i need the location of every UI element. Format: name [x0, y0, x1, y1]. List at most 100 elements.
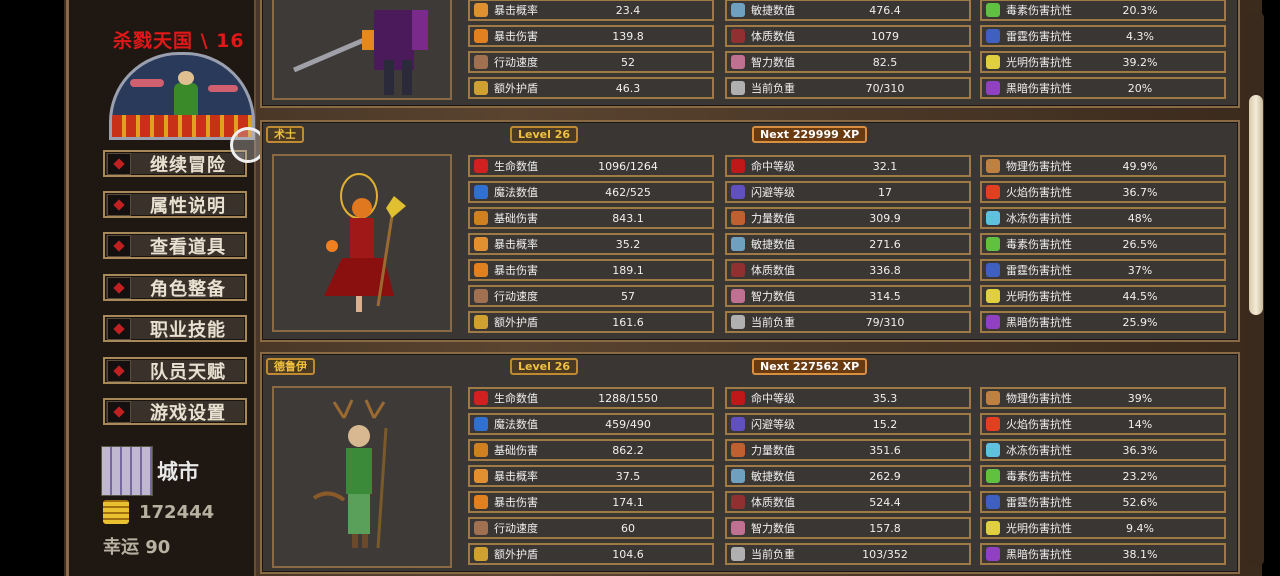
stat-icon	[474, 185, 488, 199]
menu-icon	[107, 152, 131, 175]
stat-cell: 物理伤害抗性 49.9%	[980, 155, 1226, 177]
stat-label: 毒素伤害抗性	[1006, 238, 1072, 251]
stat-value: 46.3	[615, 81, 641, 95]
menu-label: 继续冒险	[150, 154, 226, 176]
stat-icon	[474, 289, 488, 303]
cloud-decoration	[208, 85, 238, 92]
stat-value: 35.3	[872, 391, 898, 405]
stat-cell: 基础伤害 843.1	[468, 207, 714, 229]
stat-value: 52	[621, 55, 635, 69]
stat-icon	[731, 391, 745, 405]
stat-value: 17	[878, 185, 892, 199]
stat-label: 额外护盾	[494, 316, 538, 329]
stat-cell: 冰冻伤害抗性 48%	[980, 207, 1226, 229]
stat-cell: 黑暗伤害抗性 20%	[980, 77, 1226, 99]
stat-label: 闪避等级	[751, 186, 795, 199]
game-settings-button[interactable]: 游戏设置	[103, 398, 247, 425]
stat-cell: 额外护盾 46.3	[468, 77, 714, 99]
stat-value: 157.8	[869, 521, 901, 535]
stat-icon	[986, 3, 1000, 17]
stat-cell: 毒素伤害抗性 20.3%	[980, 0, 1226, 21]
stat-icon	[474, 469, 488, 483]
stat-icon	[474, 417, 488, 431]
city-icon	[101, 446, 153, 496]
stat-value: 44.5%	[1122, 289, 1158, 303]
stat-icon	[731, 237, 745, 251]
menu-label: 职业技能	[150, 319, 226, 341]
stat-cell: 生命数值 1096/1264	[468, 155, 714, 177]
stat-label: 物理伤害抗性	[1006, 392, 1072, 405]
stat-icon	[731, 289, 745, 303]
stat-cell: 体质数值 1079	[725, 25, 971, 47]
stat-cell: 敏捷数值 271.6	[725, 233, 971, 255]
stat-icon	[986, 391, 1000, 405]
character-portrait	[272, 154, 452, 332]
stat-label: 行动速度	[494, 290, 538, 303]
stat-icon	[474, 3, 488, 17]
stat-value: 139.8	[612, 29, 644, 43]
stat-icon	[731, 159, 745, 173]
stat-cell: 暴击伤害 189.1	[468, 259, 714, 281]
stat-label: 暴击概率	[494, 470, 538, 483]
stat-label: 额外护盾	[494, 548, 538, 561]
attribute-info-button[interactable]: 属性说明	[103, 191, 247, 218]
stat-cell: 力量数值 351.6	[725, 439, 971, 461]
stat-value: 36.3%	[1122, 443, 1158, 457]
stat-label: 雷霆伤害抗性	[1006, 30, 1072, 43]
stat-value: 476.4	[869, 3, 901, 17]
menu-label: 游戏设置	[150, 402, 226, 424]
stat-label: 冰冻伤害抗性	[1006, 444, 1072, 457]
menu-label: 队员天赋	[150, 361, 226, 383]
member-talents-button[interactable]: 队员天赋	[103, 357, 247, 384]
stat-label: 力量数值	[751, 212, 795, 225]
stat-label: 暴击伤害	[494, 496, 538, 509]
next-xp-tag: Next 227562 XP	[752, 358, 868, 375]
character-portrait	[272, 0, 452, 100]
stat-label: 智力数值	[751, 522, 795, 535]
stat-icon	[731, 469, 745, 483]
continue-adventure-button[interactable]: 继续冒险	[103, 150, 247, 177]
stat-value: 459/490	[605, 417, 651, 431]
view-items-button[interactable]: 查看道具	[103, 232, 247, 259]
stat-cell: 命中等级 32.1	[725, 155, 971, 177]
stat-value: 161.6	[612, 315, 644, 329]
stat-value: 15.2	[872, 417, 898, 431]
stat-cell: 行动速度 57	[468, 285, 714, 307]
class-skills-button[interactable]: 职业技能	[103, 315, 247, 342]
stat-icon	[474, 521, 488, 535]
stat-label: 火焰伤害抗性	[1006, 418, 1072, 431]
stat-value: 70/310	[865, 81, 905, 95]
stat-icon	[986, 469, 1000, 483]
stat-icon	[986, 495, 1000, 509]
stat-value: 862.2	[612, 443, 644, 457]
stat-cell: 力量数值 309.9	[725, 207, 971, 229]
character-equip-button[interactable]: 角色整备	[103, 274, 247, 301]
stat-cell: 闪避等级 17	[725, 181, 971, 203]
stat-cell: 体质数值 524.4	[725, 491, 971, 513]
scrollbar-thumb[interactable]	[1249, 95, 1263, 315]
stat-icon	[474, 443, 488, 457]
character-card-warlock: 术士 Level 26 Next 229999 XP 生命数值 1096/1264…	[260, 120, 1240, 342]
stat-label: 命中等级	[751, 160, 795, 173]
stat-cell: 雷霆伤害抗性 37%	[980, 259, 1226, 281]
stat-icon	[474, 81, 488, 95]
stat-cell: 智力数值 82.5	[725, 51, 971, 73]
class-name-tag: 术士	[266, 126, 304, 143]
stat-value: 39%	[1127, 391, 1153, 405]
stat-value: 1079	[871, 29, 899, 43]
stat-cell: 魔法数值 459/490	[468, 413, 714, 435]
class-name-tag: 德鲁伊	[266, 358, 315, 375]
stat-icon	[474, 315, 488, 329]
stat-label: 闪避等级	[751, 418, 795, 431]
stat-cell: 雷霆伤害抗性 4.3%	[980, 25, 1226, 47]
stat-value: 23.2%	[1122, 469, 1158, 483]
menu-icon	[107, 359, 131, 382]
stat-cell: 冰冻伤害抗性 36.3%	[980, 439, 1226, 461]
stat-value: 843.1	[612, 211, 644, 225]
warrior-sprite	[293, 10, 428, 95]
stat-label: 基础伤害	[494, 444, 538, 457]
stat-label: 光明伤害抗性	[1006, 290, 1072, 303]
stat-value: 20%	[1127, 81, 1153, 95]
stat-cell: 基础伤害 862.2	[468, 439, 714, 461]
stat-value: 25.9%	[1122, 315, 1158, 329]
